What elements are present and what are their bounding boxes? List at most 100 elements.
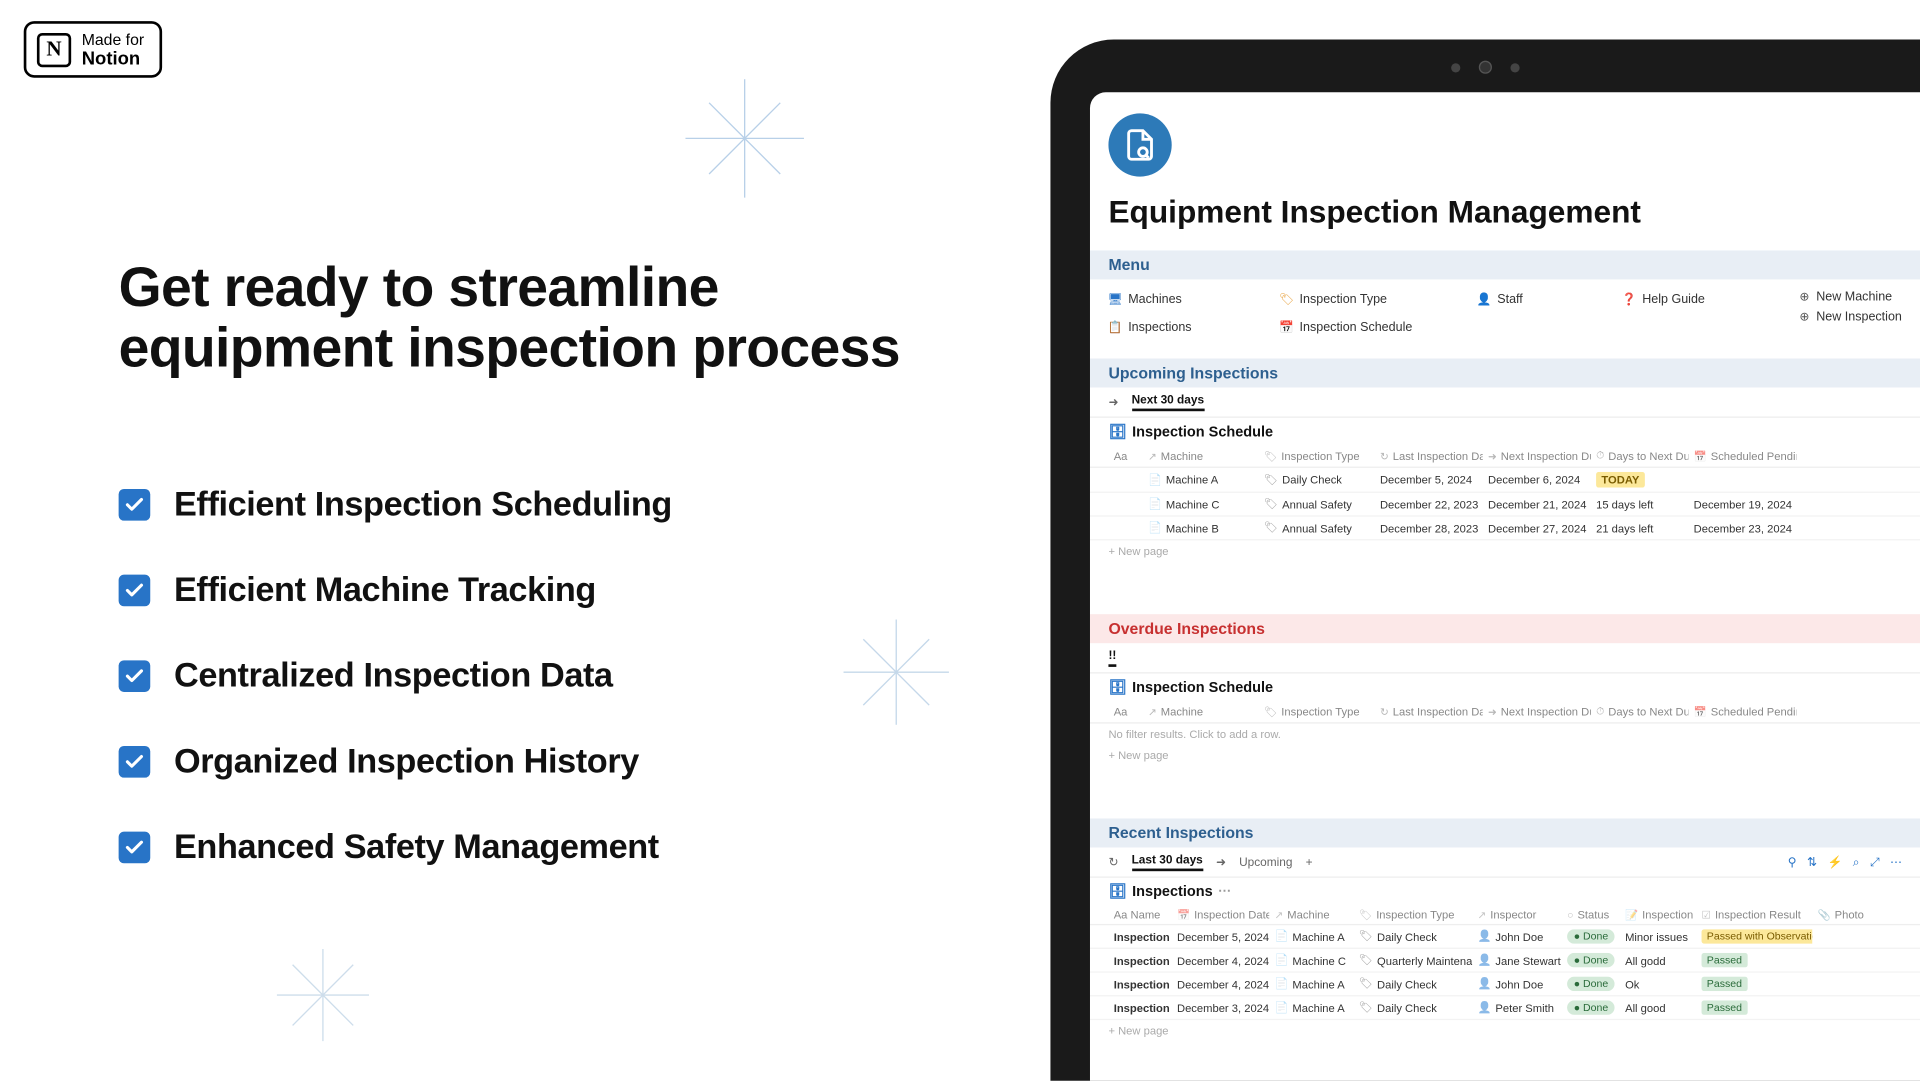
camera-icon bbox=[1479, 61, 1492, 74]
menu-item-type[interactable]: 🏷 Inspection Type bbox=[1280, 290, 1451, 310]
tab-last-30-days[interactable]: Last 30 days bbox=[1132, 853, 1203, 871]
headline: Get ready to streamline equipment inspec… bbox=[119, 257, 936, 379]
plus-icon: ⊕ bbox=[1798, 291, 1811, 304]
history-icon: ↻ bbox=[1108, 855, 1118, 869]
sort-icon[interactable]: ⇅ bbox=[1807, 855, 1817, 869]
machines-icon: 🖥 bbox=[1108, 293, 1121, 306]
expand-icon[interactable]: ⤢ bbox=[1870, 855, 1879, 869]
column-header[interactable]: ➜Next Inspection Due ⓘ bbox=[1483, 448, 1591, 464]
badge-bottom-text: Notion bbox=[82, 48, 144, 67]
notch-dot bbox=[1451, 63, 1460, 72]
column-header[interactable]: 📅Scheduled Pending ⓘ bbox=[1688, 448, 1796, 464]
arrow-right-icon: ➜ bbox=[1216, 855, 1226, 869]
check-icon bbox=[119, 660, 151, 692]
page-title: Equipment Inspection Management bbox=[1108, 195, 1920, 232]
table-row[interactable]: 📄 Machine B🏷 Annual SafetyDecember 28, 2… bbox=[1090, 517, 1920, 541]
column-header[interactable]: ⏱Days to Next Due ⓘ bbox=[1591, 704, 1689, 720]
section-menu-header: Menu bbox=[1090, 250, 1920, 279]
schedule-icon: 📅 bbox=[1280, 321, 1293, 334]
column-header[interactable]: ☑ Inspection Result bbox=[1696, 908, 1812, 921]
tab-next-30-days[interactable]: Next 30 days bbox=[1132, 393, 1205, 411]
filter-icon[interactable]: ⚲ bbox=[1788, 855, 1797, 869]
database-icon: 🗄 bbox=[1108, 883, 1126, 900]
database-title: Inspection Schedule bbox=[1132, 424, 1273, 440]
feature-text: Centralized Inspection Data bbox=[174, 656, 613, 697]
feature-item: Centralized Inspection Data bbox=[119, 656, 936, 697]
menu-label: Staff bbox=[1497, 293, 1523, 307]
column-header[interactable]: 📅Scheduled Pending ⓘ bbox=[1688, 704, 1796, 720]
section-upcoming-header: Upcoming Inspections bbox=[1090, 358, 1920, 387]
more-icon[interactable]: ⋯ bbox=[1218, 884, 1231, 898]
tab-upcoming[interactable]: Upcoming bbox=[1239, 855, 1292, 868]
column-header[interactable]: ↗ Inspector bbox=[1472, 908, 1562, 921]
tablet-mockup: Equipment Inspection Management Menu 🖥 Ma… bbox=[1050, 40, 1920, 1081]
type-icon: 🏷 bbox=[1280, 293, 1293, 306]
table-row[interactable]: InspectionDecember 5, 2024📄 Machine A🏷 D… bbox=[1090, 925, 1920, 949]
app-icon bbox=[1108, 113, 1171, 176]
search-icon[interactable]: ⌕ bbox=[1853, 855, 1860, 869]
menu-item-inspections[interactable]: 📋 Inspections bbox=[1108, 318, 1279, 338]
menu-label: Help Guide bbox=[1642, 293, 1705, 307]
column-header[interactable]: 📅 Inspection Date bbox=[1172, 908, 1270, 921]
table-row[interactable]: 📄 Machine A🏷 Daily CheckDecember 5, 2024… bbox=[1090, 468, 1920, 493]
feature-text: Efficient Machine Tracking bbox=[174, 570, 596, 611]
tab-overdue[interactable]: !! bbox=[1108, 648, 1116, 666]
check-icon bbox=[119, 489, 151, 521]
feature-text: Organized Inspection History bbox=[174, 741, 639, 782]
help-icon: ❓ bbox=[1622, 293, 1635, 306]
check-icon bbox=[119, 831, 151, 863]
feature-text: Enhanced Safety Management bbox=[174, 827, 659, 868]
table-row[interactable]: InspectionDecember 3, 2024📄 Machine A🏷 D… bbox=[1090, 996, 1920, 1020]
lightning-icon[interactable]: ⚡ bbox=[1827, 855, 1842, 869]
menu-item-schedule[interactable]: 📅 Inspection Schedule bbox=[1280, 318, 1451, 338]
column-header[interactable]: 📎 Photo bbox=[1812, 908, 1865, 921]
feature-item: Efficient Inspection Scheduling bbox=[119, 484, 936, 525]
column-header[interactable]: Aa bbox=[1108, 448, 1142, 464]
action-new-inspection[interactable]: ⊕New Inspection bbox=[1798, 310, 1902, 324]
menu-label: Inspection Schedule bbox=[1300, 320, 1413, 334]
database-icon: 🗄 bbox=[1108, 679, 1126, 696]
column-header[interactable]: ○ Status bbox=[1562, 908, 1620, 921]
column-header[interactable]: ↻Last Inspection Date bbox=[1375, 704, 1483, 720]
notion-logo-icon: N bbox=[37, 32, 71, 66]
database-title: Inspection Schedule bbox=[1132, 679, 1273, 695]
menu-label: Inspections bbox=[1128, 320, 1191, 334]
column-header[interactable]: ↻Last Inspection Date bbox=[1375, 448, 1483, 464]
menu-label: Machines bbox=[1128, 293, 1182, 307]
column-header[interactable]: 🏷Inspection Type bbox=[1259, 448, 1375, 464]
menu-label: Inspection Type bbox=[1300, 293, 1387, 307]
empty-state[interactable]: No filter results. Click to add a row. bbox=[1090, 724, 1920, 745]
action-new-machine[interactable]: ⊕New Machine bbox=[1798, 290, 1902, 304]
new-page-button[interactable]: + New page bbox=[1090, 745, 1920, 766]
staff-icon: 👤 bbox=[1477, 293, 1490, 306]
menu-item-machines[interactable]: 🖥 Machines bbox=[1108, 290, 1279, 310]
feature-item: Enhanced Safety Management bbox=[119, 827, 936, 868]
add-tab-icon[interactable]: + bbox=[1306, 855, 1313, 868]
column-header[interactable]: 🏷 Inspection Type bbox=[1354, 908, 1473, 921]
column-header[interactable]: 📝 Inspection Notes bbox=[1620, 908, 1696, 921]
column-header[interactable]: ↗ Machine bbox=[1269, 908, 1353, 921]
table-row[interactable]: InspectionDecember 4, 2024📄 Machine C🏷 Q… bbox=[1090, 949, 1920, 973]
new-page-button[interactable]: + New page bbox=[1090, 540, 1920, 561]
section-overdue-header: Overdue Inspections bbox=[1090, 614, 1920, 643]
inspections-icon: 📋 bbox=[1108, 321, 1121, 334]
column-header[interactable]: Aa Name bbox=[1108, 908, 1171, 921]
new-page-button[interactable]: + New page bbox=[1090, 1020, 1920, 1041]
badge-top-text: Made for bbox=[82, 32, 144, 49]
arrow-right-icon: ➜ bbox=[1108, 395, 1118, 409]
column-header[interactable]: ➜Next Inspection Due ⓘ bbox=[1483, 704, 1591, 720]
more-icon[interactable]: ⋯ bbox=[1890, 855, 1902, 869]
column-header[interactable]: ⏱Days to Next Due ⓘ bbox=[1591, 448, 1689, 464]
database-icon: 🗄 bbox=[1108, 423, 1126, 440]
column-header[interactable]: 🏷Inspection Type bbox=[1259, 704, 1375, 720]
notch-dot bbox=[1510, 63, 1519, 72]
table-row[interactable]: InspectionDecember 4, 2024📄 Machine A🏷 D… bbox=[1090, 973, 1920, 997]
column-header[interactable]: ↗Machine bbox=[1143, 448, 1259, 464]
database-title: Inspections bbox=[1132, 884, 1213, 900]
plus-icon: ⊕ bbox=[1798, 310, 1811, 323]
column-header[interactable]: Aa bbox=[1108, 704, 1142, 720]
menu-item-help[interactable]: ❓ Help Guide bbox=[1622, 290, 1793, 310]
check-icon bbox=[119, 574, 151, 606]
table-row[interactable]: 📄 Machine C🏷 Annual SafetyDecember 22, 2… bbox=[1090, 493, 1920, 517]
column-header[interactable]: ↗Machine bbox=[1143, 704, 1259, 720]
